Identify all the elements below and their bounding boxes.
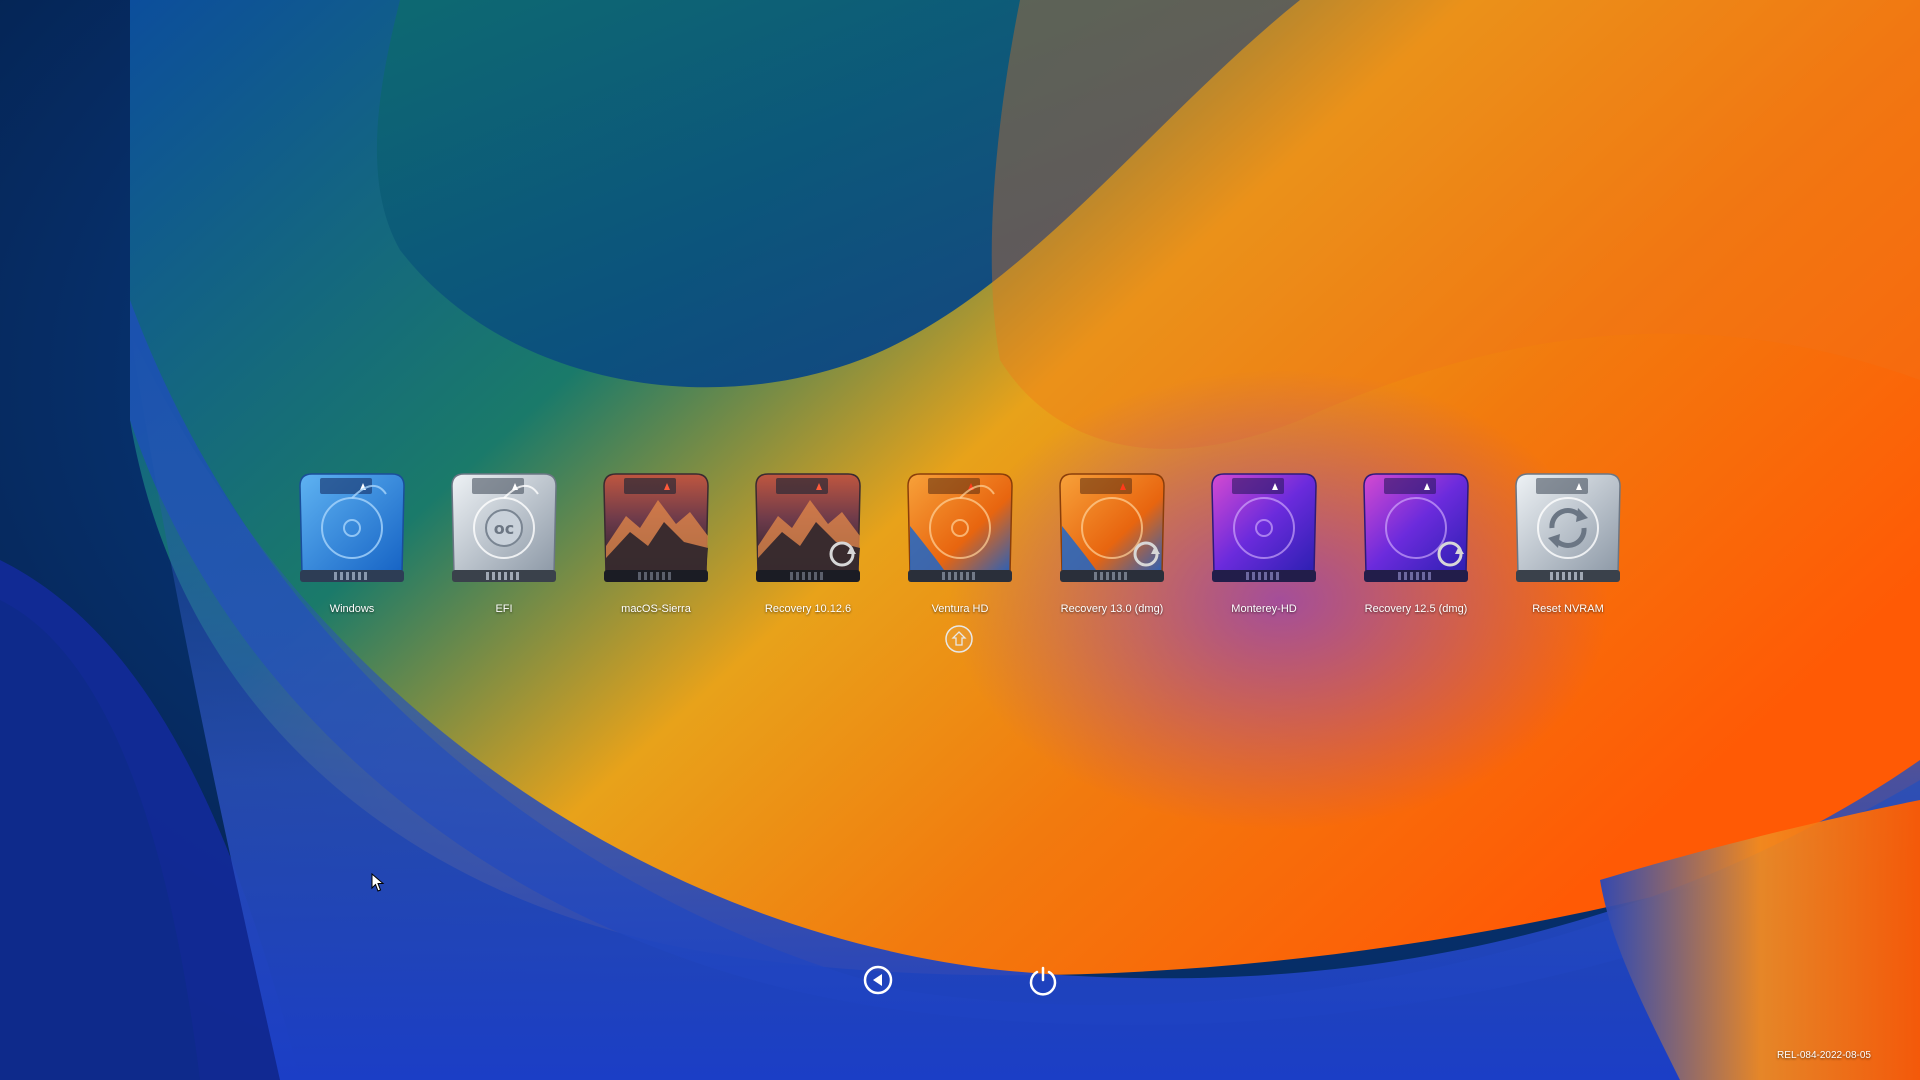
sierra-drive-icon xyxy=(603,473,709,582)
back-button[interactable] xyxy=(861,963,895,997)
ventura-drive-icon xyxy=(907,473,1013,582)
monterey-drive-icon xyxy=(1211,473,1317,582)
boot-entry-recovery-13-0-dmg[interactable]: Recovery 13.0 (dmg) xyxy=(1036,462,1188,622)
boot-entry-label: Recovery 10.12.6 xyxy=(764,603,852,615)
sierra-recovery-drive-icon xyxy=(755,473,861,582)
boot-entry-windows[interactable]: Windows xyxy=(276,462,428,622)
boot-entry-label: Ventura HD xyxy=(931,603,989,615)
opencore-drive-icon: oc xyxy=(451,473,557,582)
selection-indicator-icon xyxy=(945,625,973,653)
boot-entry-recovery-12-5-dmg[interactable]: Recovery 12.5 (dmg) xyxy=(1340,462,1492,622)
boot-entry-recovery-10-12-6[interactable]: Recovery 10.12.6 xyxy=(732,462,884,622)
mouse-cursor-icon xyxy=(371,873,385,892)
boot-entry-label: EFI xyxy=(495,603,513,615)
boot-entry-label: Recovery 13.0 (dmg) xyxy=(1060,603,1164,615)
boot-entry-reset-nvram[interactable]: Reset NVRAM xyxy=(1492,462,1644,622)
ventura-recovery-drive-icon xyxy=(1059,473,1165,582)
power-icon xyxy=(1029,966,1057,996)
boot-entries: Windows oc EFI macOS-Sierra Recovery 10.… xyxy=(0,462,1920,622)
reset-nvram-icon xyxy=(1515,473,1621,582)
boot-entry-label: macOS-Sierra xyxy=(621,603,691,615)
boot-entry-macos-sierra[interactable]: macOS-Sierra xyxy=(580,462,732,622)
version-label: REL-084-2022-08-05 xyxy=(1777,1050,1871,1061)
boot-entry-label: Monterey-HD xyxy=(1231,603,1297,615)
monterey-recovery-drive-icon xyxy=(1363,473,1469,582)
boot-entry-efi[interactable]: oc EFI xyxy=(428,462,580,622)
boot-entry-label: Recovery 12.5 (dmg) xyxy=(1364,603,1468,615)
boot-entry-ventura-hd[interactable]: Ventura HD xyxy=(884,462,1036,622)
svg-text:oc: oc xyxy=(494,519,514,538)
opencore-boot-picker: Windows oc EFI macOS-Sierra Recovery 10.… xyxy=(0,0,1920,1080)
boot-entry-label: Windows xyxy=(329,603,375,615)
boot-entry-label: Reset NVRAM xyxy=(1532,603,1604,615)
shutdown-button[interactable] xyxy=(1026,963,1060,997)
hard-drive-icon xyxy=(299,473,405,582)
back-arrow-icon xyxy=(863,965,893,995)
boot-entry-monterey-hd[interactable]: Monterey-HD xyxy=(1188,462,1340,622)
